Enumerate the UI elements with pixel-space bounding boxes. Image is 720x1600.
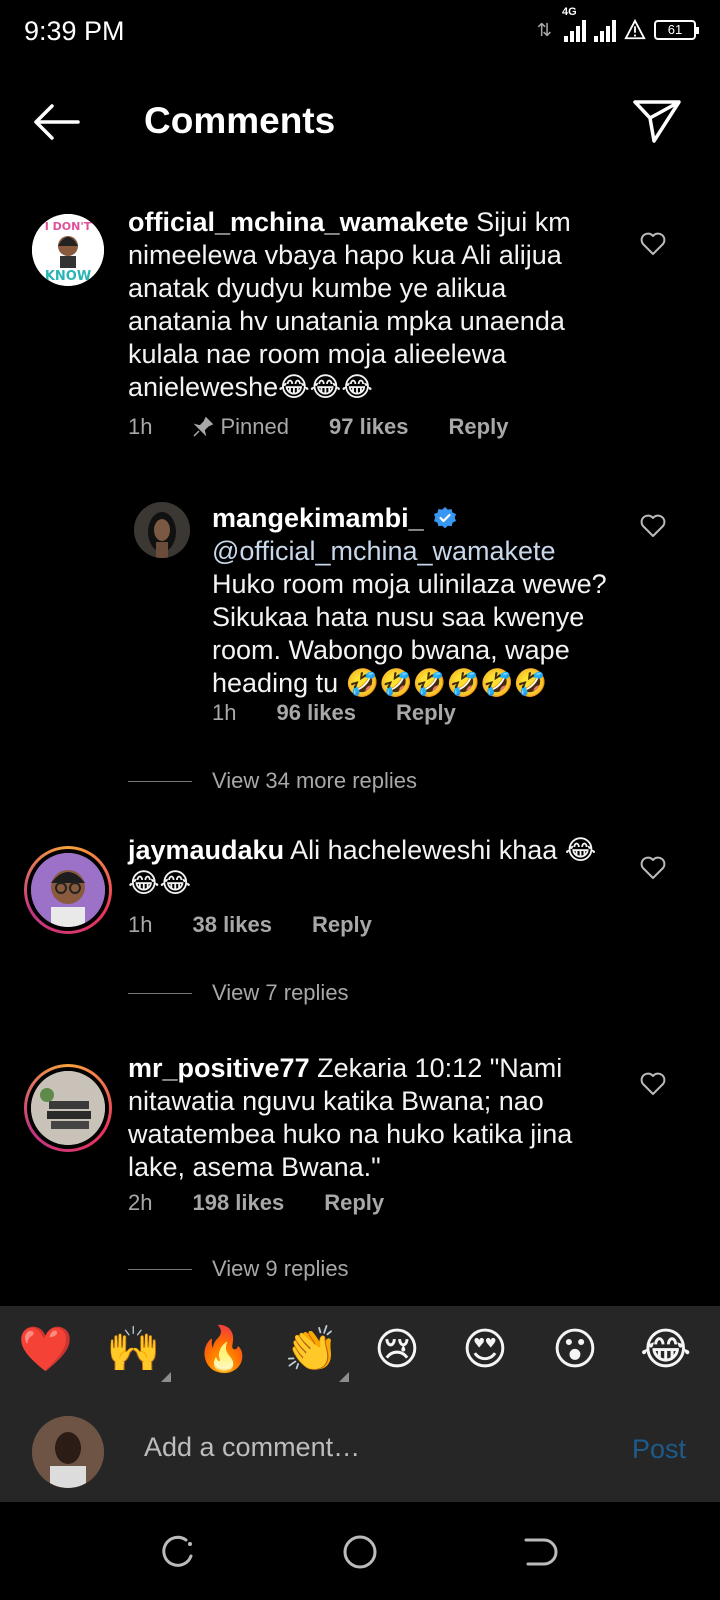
divider <box>128 1268 192 1270</box>
heart-icon[interactable] <box>640 856 666 880</box>
reaction-clap[interactable]: 👏 <box>284 1322 349 1382</box>
comment-username[interactable]: mangekimambi_ <box>212 503 424 533</box>
comment-item: mr_positive77 Zekaria 10:12 "Nami nitawa… <box>0 1058 720 1306</box>
comment-time: 2h <box>128 1190 153 1215</box>
page-title: Comments <box>144 100 336 141</box>
comment-composer: Add a comment… Post <box>0 1402 720 1502</box>
comment-meta: 1h 38 likes Reply <box>128 912 372 938</box>
comment-username[interactable]: jaymaudaku <box>128 835 284 865</box>
comment-username[interactable]: official_mchina_wamakete <box>128 207 469 237</box>
story-ring[interactable] <box>24 846 112 934</box>
post-button[interactable]: Post <box>632 1434 686 1465</box>
pinned-text: Pinned <box>220 414 289 439</box>
mention-link[interactable]: @official_mchina_wamakete <box>212 536 556 566</box>
svg-text:KNOW: KNOW <box>45 269 91 284</box>
likes-count[interactable]: 198 likes <box>192 1190 284 1216</box>
view-replies-link[interactable]: View 7 replies <box>128 980 349 1006</box>
view-replies-link[interactable]: View 9 replies <box>128 1256 349 1282</box>
comment-body: Huko room moja ulinilaza wewe? Sikukaa h… <box>212 569 607 698</box>
pin-icon <box>193 416 214 437</box>
pinned-label: Pinned <box>192 414 289 440</box>
avatar[interactable]: I DON'T KNOW <box>32 214 104 286</box>
reaction-crying[interactable]: 😢 <box>374 1322 420 1378</box>
warning-icon <box>624 19 646 40</box>
avatar-image: I DON'T KNOW <box>32 214 104 286</box>
avatar-image <box>31 853 105 927</box>
back-arrow-icon[interactable] <box>30 102 82 142</box>
comment-username[interactable]: mr_positive77 <box>128 1058 310 1083</box>
comment-meta: 1h Pinned 97 likes Reply <box>128 414 508 440</box>
divider <box>128 992 192 994</box>
signal-icon-1: 4G <box>562 6 586 42</box>
reply-button[interactable]: Reply <box>449 414 509 440</box>
reaction-raising-hands[interactable]: 🙌 <box>106 1322 171 1382</box>
back-nav-icon[interactable] <box>520 1532 560 1572</box>
avatar-image <box>32 1416 104 1488</box>
reply-button[interactable]: Reply <box>396 700 456 726</box>
data-activity-icon: ⇅ <box>536 19 552 40</box>
battery-icon: 61 <box>654 20 699 40</box>
reply-item: mangekimambi_ @official_mchina_wamakete … <box>0 490 720 810</box>
likes-count[interactable]: 96 likes <box>276 700 356 726</box>
skin-tone-indicator <box>160 1372 171 1382</box>
send-icon[interactable] <box>632 98 682 144</box>
comment-text: official_mchina_wamakete Sijui km nimeel… <box>128 206 598 404</box>
comment-meta: 2h 198 likes Reply <box>128 1190 384 1216</box>
reaction-fire[interactable]: 🔥 <box>196 1322 251 1378</box>
heart-icon[interactable] <box>640 514 666 538</box>
network-type-label: 4G <box>562 6 577 18</box>
comment-input[interactable]: Add a comment… <box>144 1432 360 1463</box>
comment-time: 1h <box>212 700 237 725</box>
reaction-heart-eyes[interactable]: 😍 <box>462 1322 508 1378</box>
avatar[interactable] <box>134 502 190 558</box>
verified-badge-icon <box>434 507 457 529</box>
comment-item: jaymaudaku Ali hacheleweshi khaa 😂😂😂 1h … <box>0 835 720 1040</box>
likes-count[interactable]: 38 likes <box>192 912 272 938</box>
header: Comments <box>0 80 720 164</box>
quick-reaction-bar: ❤️ 🙌 🔥 👏 😢 😍 😮 😂 <box>0 1306 720 1402</box>
avatar <box>31 1071 105 1145</box>
home-icon[interactable] <box>340 1532 380 1572</box>
avatar <box>32 1416 104 1488</box>
view-replies-text: View 34 more replies <box>212 768 418 793</box>
status-icons: ⇅ 4G 61 <box>536 6 699 42</box>
view-replies-link[interactable]: View 34 more replies <box>128 768 417 794</box>
recents-icon[interactable] <box>158 1532 198 1572</box>
svg-text:I DON'T: I DON'T <box>45 220 92 233</box>
avatar-image <box>31 1071 105 1145</box>
view-replies-text: View 9 replies <box>212 1256 349 1281</box>
status-bar: 9:39 PM ⇅ 4G 61 <box>0 0 720 64</box>
comment-text: mr_positive77 Zekaria 10:12 "Nami nitawa… <box>128 1058 598 1184</box>
system-nav-bar <box>0 1502 720 1600</box>
divider <box>128 780 192 782</box>
reaction-heart[interactable]: ❤️ <box>18 1322 73 1378</box>
reaction-laughing[interactable]: 😂 <box>640 1322 691 1378</box>
comment-time: 1h <box>128 912 153 937</box>
comment-meta: 1h 96 likes Reply <box>212 700 456 726</box>
comment-time: 1h <box>128 414 153 439</box>
reply-button[interactable]: Reply <box>312 912 372 938</box>
reaction-surprised[interactable]: 😮 <box>552 1322 598 1378</box>
story-ring[interactable] <box>24 1064 112 1152</box>
comment-text: jaymaudaku Ali hacheleweshi khaa 😂😂😂 <box>128 834 598 900</box>
reply-text: mangekimambi_ @official_mchina_wamakete … <box>212 502 612 700</box>
avatar-image <box>134 502 190 558</box>
heart-icon[interactable] <box>640 232 666 256</box>
comment-item: I DON'T KNOW official_mchina_wamakete Si… <box>0 200 720 460</box>
likes-count[interactable]: 97 likes <box>329 414 409 440</box>
signal-icon-2 <box>594 18 616 42</box>
heart-icon[interactable] <box>640 1072 666 1096</box>
status-time: 9:39 PM <box>24 16 125 46</box>
skin-tone-indicator <box>338 1372 349 1382</box>
view-replies-text: View 7 replies <box>212 980 349 1005</box>
reply-button[interactable]: Reply <box>324 1190 384 1216</box>
avatar <box>31 853 105 927</box>
